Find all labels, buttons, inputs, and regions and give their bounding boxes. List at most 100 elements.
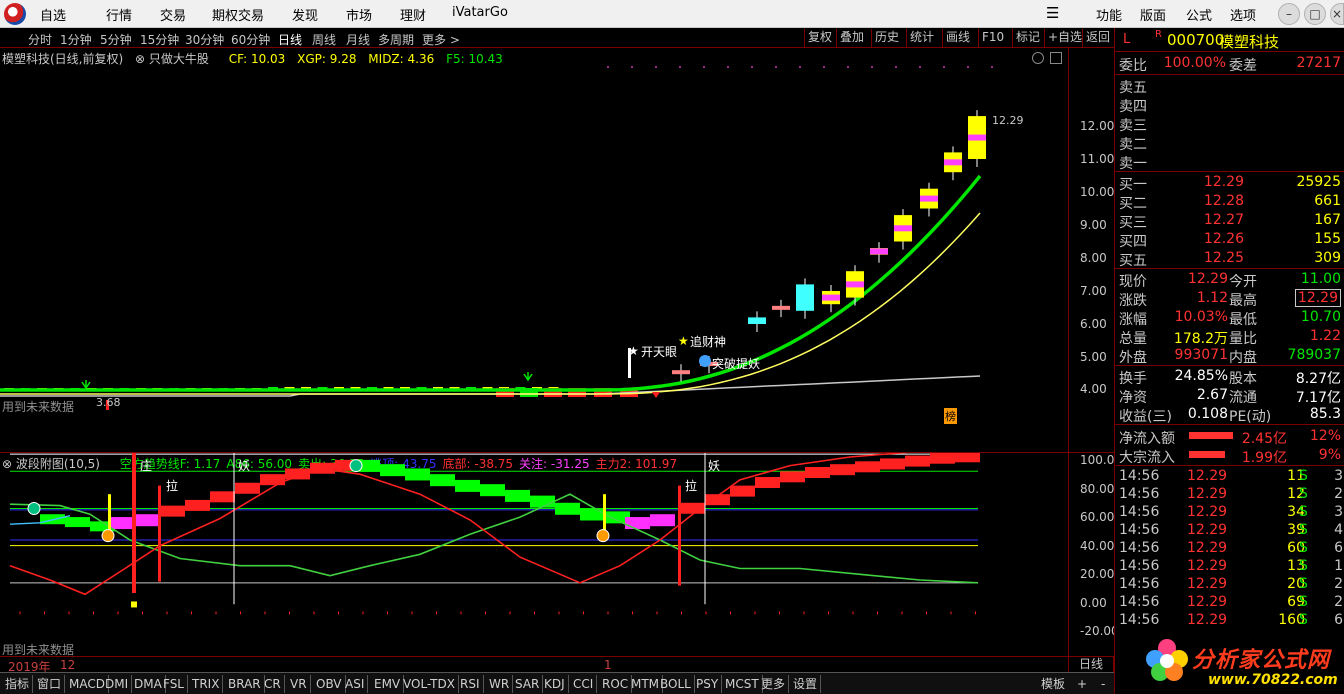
candle-band [944, 159, 962, 166]
indicator-tab-cci[interactable]: CCI [570, 675, 598, 693]
close-icon[interactable]: × [1330, 3, 1344, 25]
tick-time: 14:56 [1119, 468, 1160, 484]
indicator-tab-obv[interactable]: OBV [313, 675, 346, 693]
bid-label: 买一 [1119, 177, 1147, 193]
step-block [955, 453, 980, 463]
indicator-tab-kdj[interactable]: KDJ [541, 675, 569, 693]
step-block [380, 464, 405, 477]
candle-band [846, 281, 864, 288]
date-strip: 2019年 12 1 日线 [0, 656, 1114, 674]
adjust-button[interactable]: 复权 [804, 29, 835, 47]
stock-name: 模塑科技 [1219, 33, 1280, 51]
tick-price: 12.29 [1187, 522, 1228, 538]
watermark-title: 分析家公式网 [1192, 648, 1331, 673]
dot-marker [991, 66, 993, 68]
indicator-tab-psy[interactable]: PSY [693, 675, 723, 693]
indicator-tab-dmi[interactable]: DMI [102, 675, 133, 693]
indicator-tab-trix[interactable]: TRIX [189, 675, 224, 693]
indicator-tab-指标[interactable]: 指标 [2, 675, 34, 693]
indicator-tab-wr[interactable]: WR [486, 675, 514, 693]
flag-label: L [1123, 32, 1131, 47]
minimize-icon[interactable]: – [1278, 3, 1300, 25]
step-block [650, 514, 675, 527]
menu-item-settings[interactable]: 选项 [1230, 5, 1256, 24]
menu-item-watchlist[interactable]: 自选 [40, 5, 66, 24]
dot-marker [799, 66, 801, 68]
period-weekly[interactable]: 周线 [312, 31, 336, 48]
y-tick-label: 0.00 [1080, 596, 1107, 610]
period-monthly[interactable]: 月线 [346, 31, 370, 48]
ask-row: 卖五 [1115, 76, 1344, 96]
indicator-tab-asi[interactable]: ASI [342, 675, 369, 693]
tick-side: S [1299, 540, 1308, 556]
history-button[interactable]: 历史 [871, 29, 902, 47]
stat-value: 789037 [1287, 347, 1341, 363]
period-multi[interactable]: 多周期 [378, 31, 414, 48]
main-chart[interactable]: 模塑科技(日线,前复权) ⊗ 只做大牛股 CF: 10.03 XGP: 9.28… [0, 48, 1114, 452]
indicator-tab-rsi[interactable]: RSI [457, 675, 484, 693]
period-more[interactable]: 更多 > [422, 31, 460, 48]
menu-item-trade[interactable]: 交易 [160, 5, 186, 24]
indicator-tab-boll[interactable]: BOLL [657, 675, 695, 693]
dot-marker [943, 66, 945, 68]
period-30min[interactable]: 30分钟 [185, 31, 224, 48]
bid-volume: 661 [1314, 193, 1341, 209]
sub-chart[interactable]: ⊗ 波段附图(10,5) 空方趋势线F: 1.17A86: 56.00卖出: 3… [0, 452, 1119, 657]
period-60min[interactable]: 60分钟 [231, 31, 270, 48]
zoom-out-button[interactable]: - [1098, 675, 1108, 693]
indicator-tab-cr[interactable]: CR [261, 675, 285, 693]
hamburger-icon[interactable]: ☰ [1046, 4, 1059, 22]
period-15min[interactable]: 15分钟 [140, 31, 179, 48]
menu-item-ivatargo[interactable]: iVatarGo [452, 5, 508, 20]
menu-item-formula[interactable]: 公式 [1186, 5, 1212, 24]
flow-value: 2.45亿 [1241, 431, 1287, 447]
step-block [455, 479, 480, 492]
back-button[interactable]: 返回 [1082, 29, 1113, 47]
menu-item-function[interactable]: 功能 [1096, 5, 1122, 24]
indicator-tab-sar[interactable]: SAR [512, 675, 544, 693]
indicator-tab-mcst[interactable]: MCST [722, 675, 763, 693]
indicator-tab-vr[interactable]: VR [287, 675, 311, 693]
dot-marker [823, 66, 825, 68]
mark-button[interactable]: 标记 [1012, 29, 1043, 47]
stat-value: 24.85% [1174, 368, 1228, 384]
stat-value: 0.108 [1187, 406, 1228, 422]
stats-button[interactable]: 统计 [906, 29, 937, 47]
zoom-in-button[interactable]: + [1074, 675, 1090, 693]
indicator-tab-brar[interactable]: BRAR [225, 675, 265, 693]
tick-price: 12.29 [1187, 486, 1228, 502]
menu-item-options[interactable]: 期权交易 [212, 5, 264, 24]
indicator-tab-vol-tdx[interactable]: VOL-TDX [400, 675, 459, 693]
menu-item-markets[interactable]: 市场 [346, 5, 372, 24]
menu-item-discover[interactable]: 发现 [292, 5, 318, 24]
maximize-icon[interactable]: □ [1304, 3, 1326, 25]
indicator-tab-fsl[interactable]: FSL [160, 675, 188, 693]
indicator-tab-窗口[interactable]: 窗口 [34, 675, 66, 693]
flow-bar [1189, 451, 1225, 458]
period-intraday[interactable]: 分时 [28, 31, 52, 48]
menu-item-market[interactable]: 行情 [106, 5, 132, 24]
tick-side: S [1299, 612, 1308, 628]
period-daily[interactable]: 日线 [278, 31, 302, 48]
flower-logo-icon [1146, 639, 1188, 681]
period-5min[interactable]: 5分钟 [100, 31, 132, 48]
candle [748, 317, 766, 324]
draw-button[interactable]: 画线 [942, 29, 973, 47]
period-1min[interactable]: 1分钟 [60, 31, 92, 48]
indicator-tab-设置[interactable]: 设置 [790, 675, 822, 693]
bid-label: 买二 [1119, 196, 1147, 212]
period-daily-tab[interactable]: 日线 [1068, 656, 1114, 673]
template-button[interactable]: 模板 [1038, 675, 1068, 693]
indicator-tab-更多[interactable]: 更多 [758, 675, 790, 693]
add-watchlist-button[interactable]: +自选 [1044, 29, 1085, 47]
step-block [430, 474, 455, 487]
overlay-button[interactable]: 叠加 [836, 29, 867, 47]
f10-button[interactable]: F10 [978, 29, 1007, 47]
tick-side: S [1299, 522, 1308, 538]
stat-value: 1.22 [1309, 328, 1341, 344]
y-tick-label: 40.00 [1080, 539, 1115, 553]
menu-item-finance[interactable]: 理财 [400, 5, 426, 24]
weicha-value: 27217 [1296, 55, 1341, 71]
stat-value: 12.29 [1187, 271, 1228, 287]
menu-item-layout[interactable]: 版面 [1140, 5, 1166, 24]
